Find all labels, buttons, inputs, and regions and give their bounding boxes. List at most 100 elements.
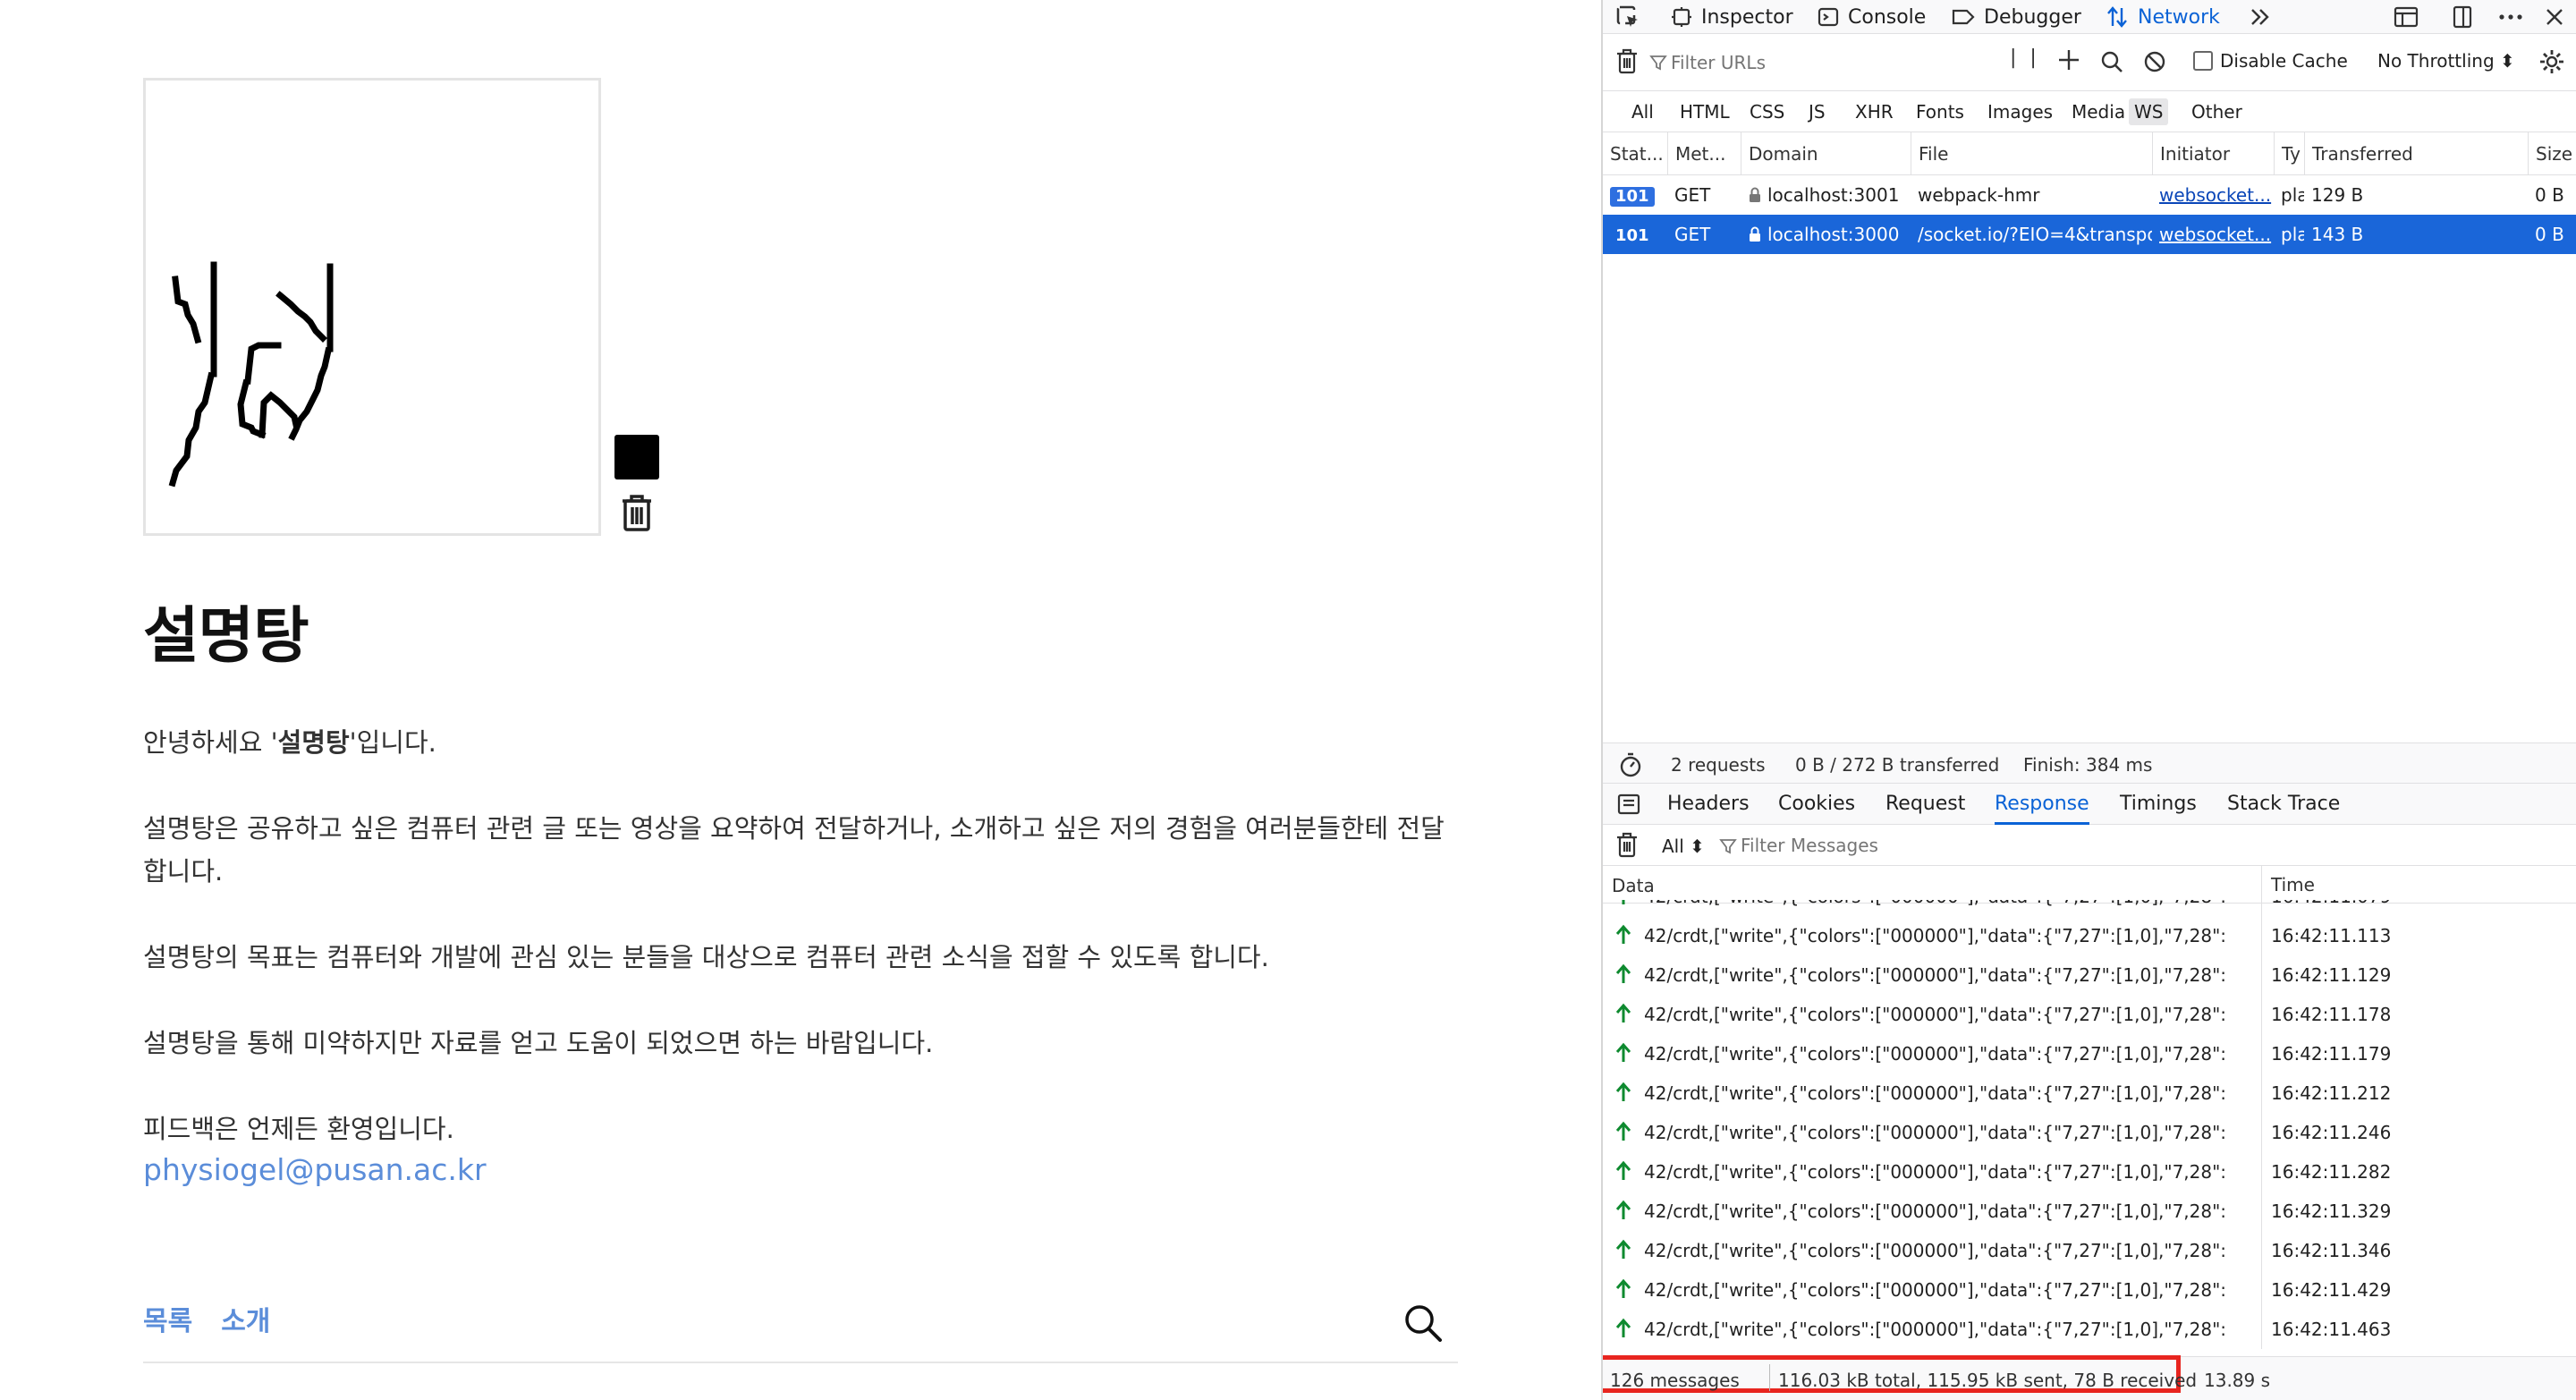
tab-cookies[interactable]: Cookies (1778, 784, 1855, 825)
throttling-select[interactable]: No Throttling ⬍ (2377, 50, 2515, 72)
domain-cell: localhost:3000 (1741, 215, 1911, 254)
type-filter-xhr[interactable]: XHR (1850, 98, 1899, 125)
column-file[interactable]: File (1911, 132, 2152, 175)
tab-headers[interactable]: Headers (1667, 784, 1750, 825)
tab-stack-trace[interactable]: Stack Trace (2227, 784, 2340, 825)
network-settings-button[interactable] (2538, 48, 2565, 80)
table-row-selected[interactable]: 101 GET localhost:3000 /socket.io/?EIO=4… (1603, 215, 2576, 254)
message-row[interactable]: 42/crdt,["write",{"colors":["000000"],"d… (1603, 1231, 2576, 1270)
status-badge: 101 (1615, 226, 1649, 245)
color-swatch[interactable] (614, 435, 659, 479)
message-time: 16:42:11.212 (2261, 1073, 2576, 1113)
overflow-menu-button[interactable] (2497, 0, 2524, 34)
type-filter-fonts[interactable]: Fonts (1911, 98, 1970, 125)
column-status[interactable]: Stat... (1603, 132, 1667, 175)
footer-link-about[interactable]: 소개 (221, 1299, 270, 1338)
message-row[interactable]: 42/crdt,["write",{"colors":["000000"],"d… (1603, 995, 2576, 1034)
type-filter-images[interactable]: Images (1982, 98, 2058, 125)
filter-urls-input[interactable] (1671, 48, 1966, 77)
footer-link-list[interactable]: 목록 (143, 1299, 192, 1338)
column-method[interactable]: Met... (1667, 132, 1741, 175)
pause-icon[interactable]: | | (2010, 47, 2040, 69)
column-type[interactable]: Ty (2274, 132, 2304, 175)
clear-requests-button[interactable] (1615, 48, 1639, 80)
message-row[interactable]: 42/crdt,["write",{"colors":["000000"],"d… (1603, 900, 2576, 916)
message-row[interactable]: 42/crdt,["write",{"colors":["000000"],"d… (1603, 1113, 2576, 1152)
disable-cache-toggle[interactable]: Disable Cache (2193, 50, 2348, 72)
email-link[interactable]: physiogel@pusan.ac.kr (143, 1152, 487, 1187)
clear-canvas-button[interactable] (617, 492, 657, 535)
column-transferred[interactable]: Transferred (2304, 132, 2528, 175)
drawing-canvas[interactable] (143, 78, 601, 536)
block-requests-button[interactable] (2143, 50, 2166, 78)
type-filter-media[interactable]: Media (2066, 98, 2131, 125)
tab-console[interactable]: Console (1818, 0, 1926, 34)
message-data: 42/crdt,["write",{"colors":["000000"],"d… (1644, 1122, 2225, 1143)
type-filter-other[interactable]: Other (2186, 98, 2248, 125)
websocket-messages-list[interactable]: 42/crdt,["write",{"colors":["000000"],"d… (1603, 900, 2576, 1356)
message-row[interactable]: 42/crdt,["write",{"colors":["000000"],"d… (1603, 1270, 2576, 1310)
inspector-icon (1672, 7, 1691, 27)
toggle-sidebar-button[interactable] (1617, 793, 1640, 820)
status-badge: 101 (1610, 187, 1655, 207)
intro-paragraph: 안녕하세요 '설명탕'입니다. (143, 721, 1467, 764)
sidebar-panel-icon (1617, 793, 1640, 815)
tab-timings[interactable]: Timings (2120, 784, 2197, 825)
tab-request[interactable]: Request (1885, 784, 1965, 825)
more-tabs-button[interactable] (2249, 0, 2272, 34)
file-cell: /socket.io/?EIO=4&transport (1918, 224, 2152, 245)
sent-arrow-icon (1615, 1239, 1631, 1265)
search-requests-button[interactable] (2100, 50, 2123, 78)
table-row[interactable]: 101 GET localhost:3001 webpack-hmr webso… (1603, 175, 2576, 215)
message-row[interactable]: 42/crdt,["write",{"colors":["000000"],"d… (1603, 916, 2576, 955)
message-time: 16:42:11.282 (2261, 1152, 2576, 1192)
message-time: 16:42:11.246 (2261, 1113, 2576, 1152)
responsive-mode-button[interactable] (2451, 0, 2474, 34)
filter-messages-input[interactable] (1741, 832, 2098, 859)
sent-arrow-icon (1615, 963, 1631, 989)
message-type-select[interactable]: All ⬍ (1662, 836, 1705, 857)
tab-network[interactable]: Network (2106, 0, 2220, 34)
clear-messages-button[interactable] (1615, 832, 1639, 863)
message-time: 16:42:11.329 (2261, 1192, 2576, 1231)
message-row[interactable]: 42/crdt,["write",{"colors":["000000"],"d… (1603, 1310, 2576, 1349)
checkbox[interactable] (2193, 51, 2213, 71)
lock-icon (1750, 226, 1760, 242)
message-row[interactable]: 42/crdt,["write",{"colors":["000000"],"d… (1603, 1073, 2576, 1113)
intro-bold: 설명탕 (277, 727, 350, 758)
message-row[interactable]: 42/crdt,["write",{"colors":["000000"],"d… (1603, 1152, 2576, 1192)
close-devtools-button[interactable] (2544, 0, 2565, 34)
type-filter-css[interactable]: CSS (1744, 98, 1790, 125)
block-icon (2144, 51, 2165, 72)
message-table-header: Data Time (1603, 866, 2576, 904)
type-filter-html[interactable]: HTML (1674, 98, 1735, 125)
initiator-cell[interactable]: websocket... (2152, 175, 2274, 215)
initiator-link[interactable]: websocket... (2159, 224, 2271, 245)
dock-side-button[interactable] (2394, 0, 2419, 34)
message-row[interactable]: 42/crdt,["write",{"colors":["000000"],"d… (1603, 1192, 2576, 1231)
sent-arrow-icon (1615, 1003, 1631, 1029)
message-row[interactable]: 42/crdt,["write",{"colors":["000000"],"d… (1603, 955, 2576, 995)
console-icon (1818, 7, 1839, 27)
message-time: 16:42:11.463 (2261, 1310, 2576, 1349)
message-data: 42/crdt,["write",{"colors":["000000"],"d… (1644, 925, 2225, 946)
column-size[interactable]: Size (2528, 132, 2576, 175)
column-initiator[interactable]: Initiator (2152, 132, 2274, 175)
type-cell: pla (2281, 224, 2304, 245)
tab-inspector[interactable]: Inspector (1671, 0, 1793, 34)
column-domain[interactable]: Domain (1741, 132, 1911, 175)
type-filter-all[interactable]: All (1626, 98, 1659, 125)
type-filter-js[interactable]: JS (1803, 98, 1831, 125)
element-picker-button[interactable] (1615, 0, 1640, 34)
type-filter-ws[interactable]: WS (2129, 98, 2169, 125)
tab-debugger[interactable]: Debugger (1952, 0, 2081, 34)
search-button[interactable] (1402, 1302, 1444, 1344)
divider (1769, 1364, 1770, 1391)
message-row[interactable]: 42/crdt,["write",{"colors":["000000"],"d… (1603, 1034, 2576, 1073)
initiator-link[interactable]: websocket... (2159, 184, 2271, 206)
message-duration: 13.89 s (2204, 1370, 2271, 1391)
tab-response[interactable]: Response (1995, 784, 2089, 825)
add-filter-button[interactable] (2057, 47, 2080, 78)
message-time: 16:42:11.129 (2261, 955, 2576, 995)
initiator-cell[interactable]: websocket... (2152, 215, 2274, 254)
